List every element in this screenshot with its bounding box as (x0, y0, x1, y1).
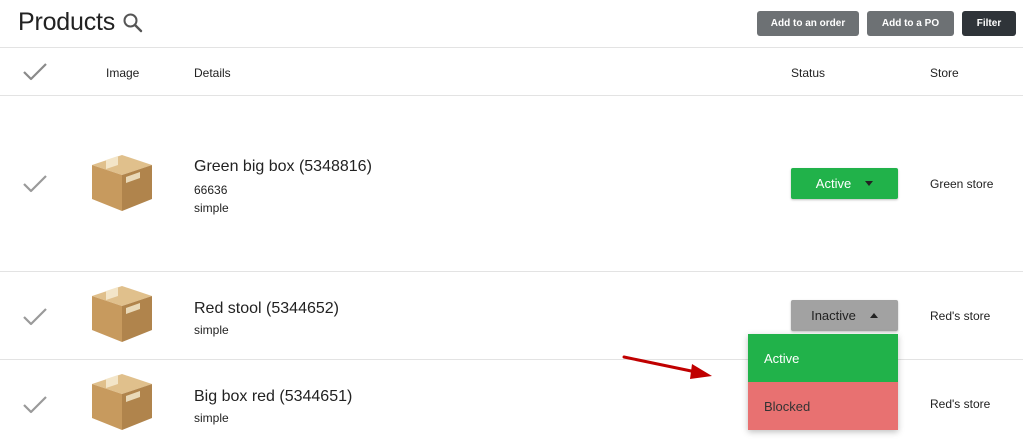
store-name: Green store (930, 177, 994, 191)
row-checkmark-icon[interactable] (22, 307, 48, 327)
caret-down-icon (865, 181, 874, 186)
page-title: Products (18, 8, 116, 36)
product-name[interactable]: Red stool (5344652) (194, 300, 339, 318)
product-sku: 66636 (194, 183, 228, 197)
dropdown-option-blocked[interactable]: Blocked (748, 382, 898, 430)
page-header: Products Add to an order Add to a PO Fil… (0, 0, 1023, 48)
store-name: Red's store (930, 397, 991, 411)
product-name[interactable]: Big box red (5344651) (194, 388, 352, 406)
search-icon[interactable] (122, 12, 144, 34)
add-to-po-button[interactable]: Add to a PO (867, 11, 954, 36)
product-box-icon (92, 286, 152, 342)
store-name: Red's store (930, 309, 991, 323)
caret-up-icon (869, 313, 878, 318)
product-box-icon (92, 374, 152, 430)
status-dropdown-menu: Active Blocked (748, 334, 898, 430)
product-type: simple (194, 411, 229, 425)
arrow-annotation (622, 355, 712, 379)
column-header-store[interactable]: Store (930, 66, 959, 80)
filter-button[interactable]: Filter (962, 11, 1016, 36)
product-type: simple (194, 323, 229, 337)
add-to-order-button[interactable]: Add to an order (757, 11, 859, 36)
status-label: Inactive (811, 308, 856, 323)
row-checkmark-icon[interactable] (22, 174, 48, 194)
table-row[interactable]: Green big box (5348816) 66636 simple Act… (0, 96, 1023, 272)
products-page: Products Add to an order Add to a PO Fil… (0, 0, 1023, 441)
dropdown-option-active[interactable]: Active (748, 334, 898, 382)
table-header: Image Details Status Store (0, 48, 1023, 96)
column-header-details: Details (194, 66, 231, 80)
row-checkmark-icon[interactable] (22, 395, 48, 415)
product-box-icon (92, 155, 152, 211)
select-all-checkmark-icon[interactable] (22, 62, 48, 82)
status-label: Active (815, 176, 852, 191)
product-name[interactable]: Green big box (5348816) (194, 158, 372, 176)
column-header-image: Image (106, 66, 140, 80)
status-dropdown-button[interactable]: Active (791, 168, 898, 199)
column-header-status[interactable]: Status (791, 66, 825, 80)
status-dropdown-button[interactable]: Inactive (791, 300, 898, 331)
product-type: simple (194, 201, 229, 215)
